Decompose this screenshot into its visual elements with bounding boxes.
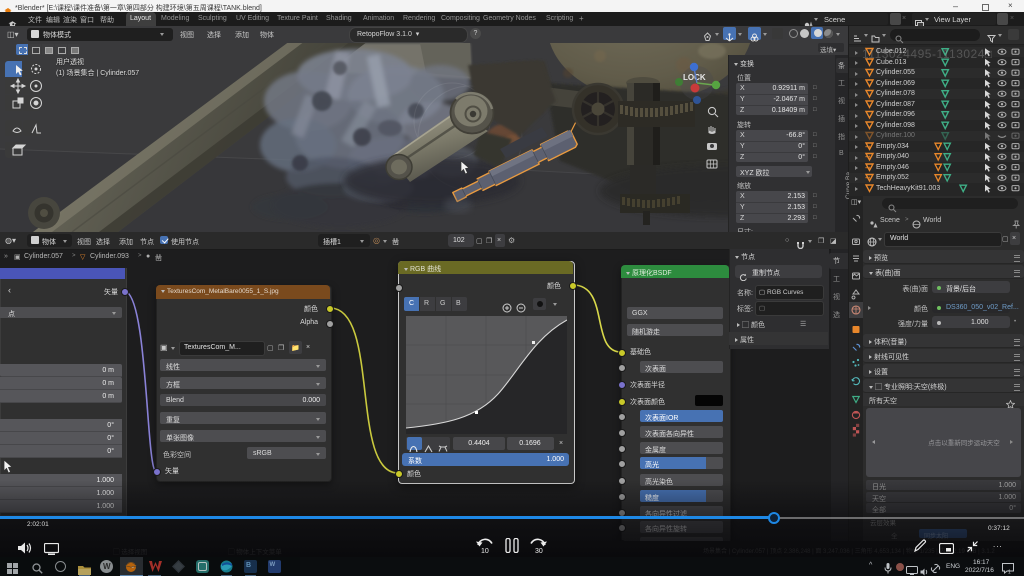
- svg-text:LOCK: LOCK: [683, 73, 706, 82]
- svg-text:10: 10: [481, 548, 489, 554]
- svg-text:30: 30: [535, 548, 543, 554]
- svg-text:1: 1: [1008, 570, 1011, 575]
